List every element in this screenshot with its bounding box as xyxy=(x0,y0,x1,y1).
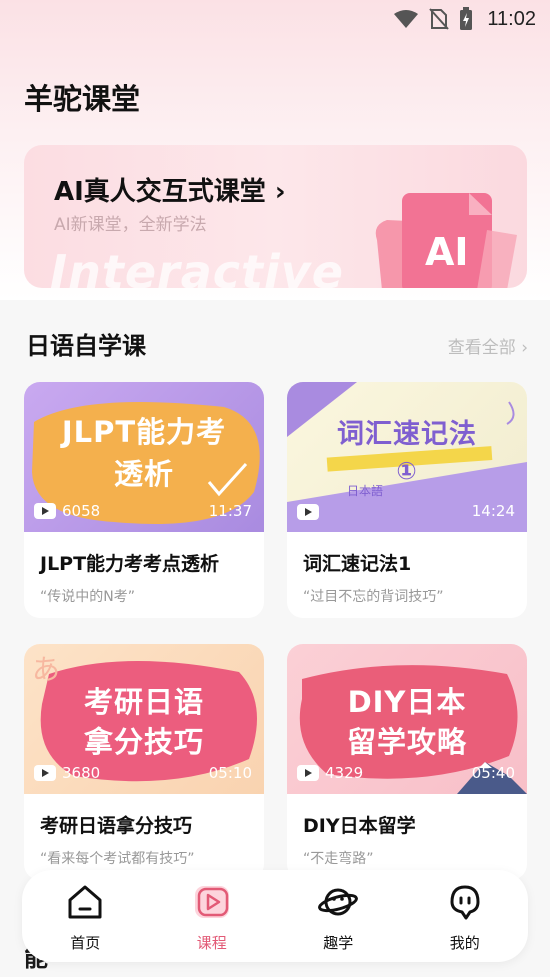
thumbnail-title-line2: ① xyxy=(396,457,418,485)
course-title: JLPT能力考考点透析 xyxy=(40,553,220,575)
nav-fun-learning[interactable]: 趣学 xyxy=(275,870,402,962)
thumbnail-title-line1: DIY日本 xyxy=(347,685,467,719)
play-count-value: 4329 xyxy=(325,764,364,782)
course-card[interactable]: 词汇速记法 ① 日本語 14:24 词汇速记法1 “过目不忘的背词技巧” xyxy=(287,382,527,618)
thumbnail-title-line1: 考研日语 xyxy=(83,685,204,719)
planet-icon xyxy=(318,888,359,916)
view-all-link[interactable]: 查看全部 › xyxy=(448,333,528,358)
section-title: 日语自学课 xyxy=(26,332,146,360)
course-thumbnail: JLPT能力考 透析 6058 11:37 xyxy=(24,382,264,532)
nav-home[interactable]: 首页 xyxy=(22,870,149,962)
nav-courses[interactable]: 课程 xyxy=(149,870,276,962)
nav-courses-label: 课程 xyxy=(196,934,227,952)
video-icon xyxy=(34,765,56,781)
course-subtitle: “不走弯路” xyxy=(303,851,374,867)
home-icon xyxy=(68,885,102,919)
video-duration: 05:40 xyxy=(471,764,515,782)
thumbnail-title-line2: 透析 xyxy=(113,457,174,491)
bottom-navigation: 首页 课程 趣学 我的 xyxy=(22,870,528,962)
thumbnail-title-line1: JLPT能力考 xyxy=(61,415,227,449)
nav-fun-learning-label: 趣学 xyxy=(323,934,354,952)
course-subtitle: “看来每个考试都有技巧” xyxy=(40,851,195,867)
nav-profile[interactable]: 我的 xyxy=(402,870,529,962)
play-count: 3680 xyxy=(34,764,100,782)
course-card[interactable]: あ 考研日语 拿分技巧 3680 05:10 考研日语拿分技巧 “看来每个考试都… xyxy=(24,644,264,880)
video-icon xyxy=(297,765,319,781)
course-subtitle: “传说中的N考” xyxy=(40,589,135,605)
thumbnail-title-line2: 留学攻略 xyxy=(346,725,467,759)
battery-charging-icon xyxy=(460,7,473,30)
course-thumbnail: 词汇速记法 ① 日本語 14:24 xyxy=(287,382,527,532)
thumbnail-title-line1: 词汇速记法 xyxy=(337,419,477,450)
course-thumbnail: DIY日本 留学攻略 4329 05:40 xyxy=(287,644,527,794)
video-icon xyxy=(297,504,319,520)
video-icon xyxy=(34,503,56,519)
play-square-icon xyxy=(194,886,229,918)
course-title: 词汇速记法1 xyxy=(303,553,412,575)
no-sim-icon xyxy=(429,8,450,30)
play-count-value: 3680 xyxy=(62,764,101,782)
nav-profile-label: 我的 xyxy=(449,934,480,952)
course-thumbnail: あ 考研日语 拿分技巧 3680 05:10 xyxy=(24,644,264,794)
video-duration: 14:24 xyxy=(471,502,515,520)
video-duration: 05:10 xyxy=(208,764,252,782)
page-title: 羊驼课堂 xyxy=(24,82,141,116)
ai-document-icon: AI xyxy=(375,193,517,288)
ghost-icon xyxy=(450,885,480,920)
ai-course-banner[interactable]: AI真人交互式课堂 › AI新课堂，全新学法 Interactive AI xyxy=(24,145,527,288)
play-count xyxy=(297,504,325,520)
course-title: 考研日语拿分技巧 xyxy=(40,815,193,837)
play-count: 4329 xyxy=(297,764,363,782)
ai-banner-title: AI真人交互式课堂 › xyxy=(54,177,286,207)
status-bar: 11:02 xyxy=(0,0,550,38)
course-title: DIY日本留学 xyxy=(303,815,416,837)
course-subtitle: “过目不忘的背词技巧” xyxy=(303,589,444,605)
play-count: 6058 xyxy=(34,502,100,520)
course-card[interactable]: DIY日本 留学攻略 4329 05:40 DIY日本留学 “不走弯路” xyxy=(287,644,527,880)
nav-home-label: 首页 xyxy=(70,934,101,952)
thumbnail-footer-text: 日本語 xyxy=(347,484,384,498)
status-time: 11:02 xyxy=(487,7,536,30)
course-card[interactable]: JLPT能力考 透析 6058 11:37 JLPT能力考考点透析 “传说中的N… xyxy=(24,382,264,618)
wifi-icon xyxy=(394,10,419,28)
ai-badge-text: AI xyxy=(425,230,469,274)
ai-banner-subtitle: AI新课堂，全新学法 xyxy=(54,215,207,235)
thumbnail-title-line2: 拿分技巧 xyxy=(83,725,204,759)
play-count-value: 6058 xyxy=(62,502,101,520)
ai-banner-watermark: Interactive xyxy=(50,245,344,288)
video-duration: 11:37 xyxy=(208,502,252,520)
